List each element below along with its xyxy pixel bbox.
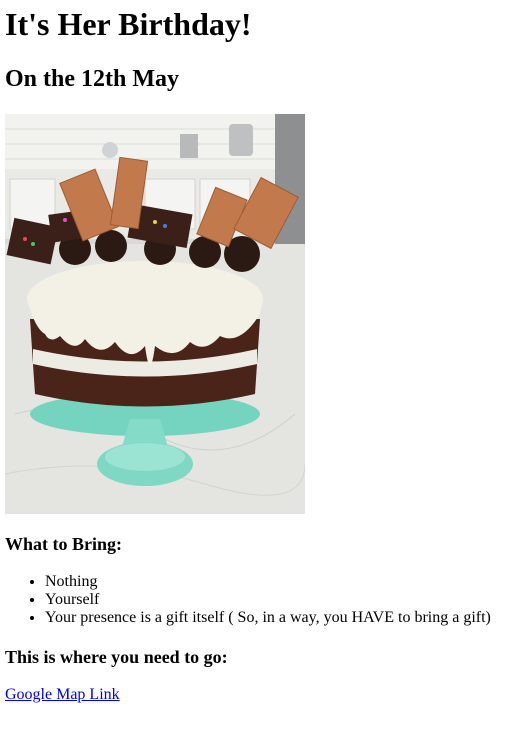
bring-heading: What to Bring:: [5, 534, 122, 554]
cake-image: [5, 114, 305, 514]
location-heading: This is where you need to go:: [5, 647, 228, 667]
page-title: It's Her Birthday!: [5, 6, 252, 42]
list-item: Your presence is a gift itself ( So, in …: [45, 609, 511, 627]
date-heading: On the 12th May: [5, 66, 179, 92]
bring-list: Nothing Yourself Your presence is a gift…: [5, 573, 511, 627]
cake-photo: [5, 114, 305, 514]
list-item: Yourself: [45, 591, 511, 609]
google-map-link[interactable]: Google Map Link: [5, 686, 120, 704]
list-item: Nothing: [45, 573, 511, 591]
